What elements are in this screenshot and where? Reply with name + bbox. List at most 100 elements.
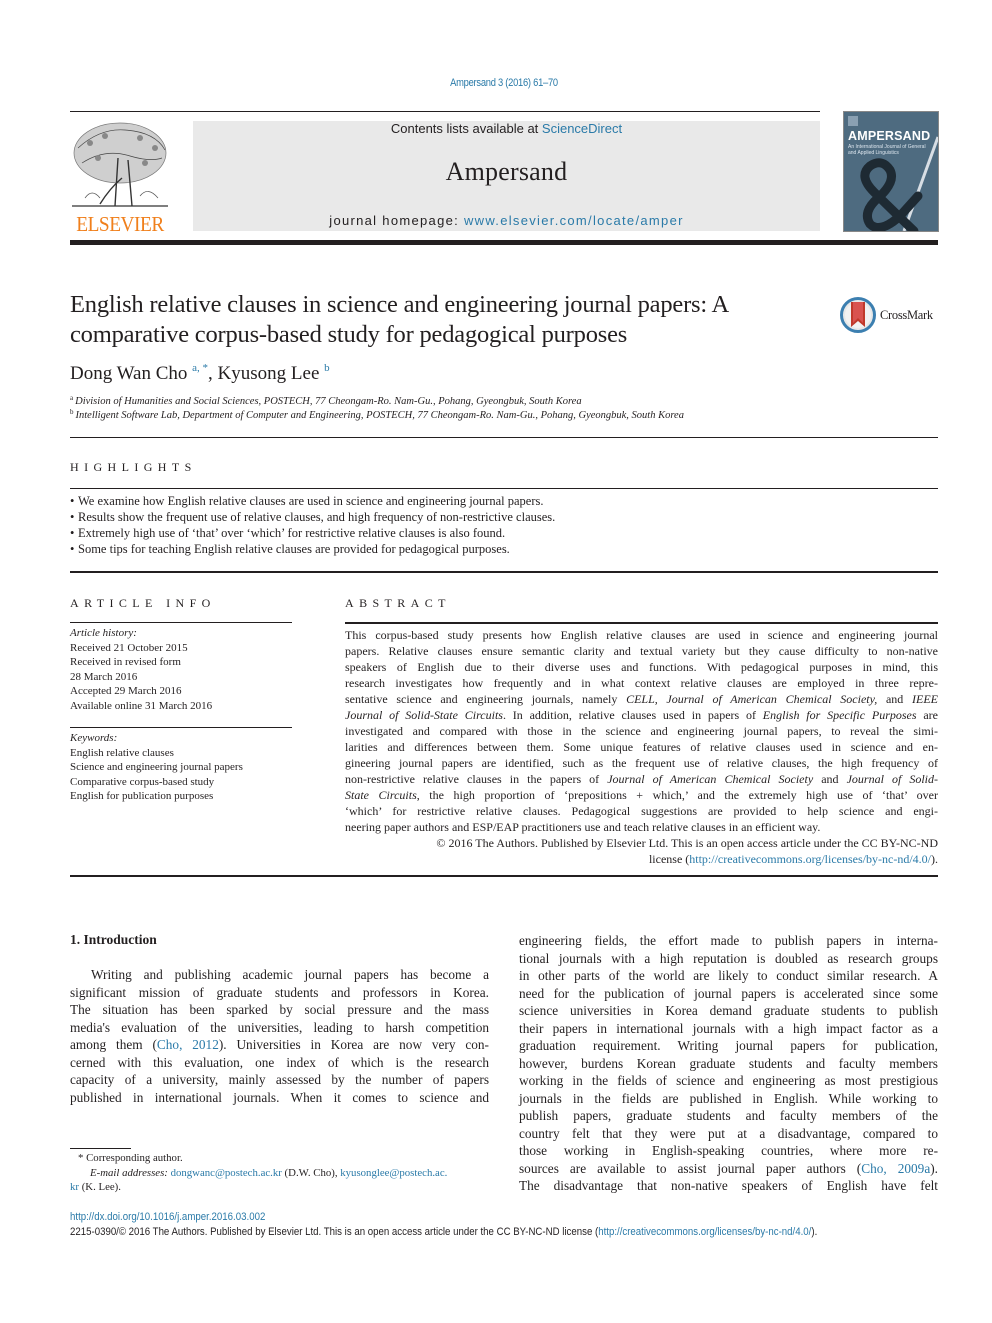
cover-publisher-logo	[848, 116, 858, 126]
body-line: among them (Cho, 2012). Universities in …	[70, 1036, 489, 1054]
journal-name: Ampersand	[445, 157, 568, 186]
journal-homepage-link[interactable]: www.elsevier.com/locate/amper	[464, 213, 684, 228]
homepage-prefix: journal homepage:	[329, 213, 464, 228]
author-separator: ,	[208, 363, 218, 384]
citation-link[interactable]: Cho, 2009a	[861, 1161, 930, 1176]
history-item: Received 21 October 2015	[70, 641, 188, 654]
affiliation-a: a Division of Humanities and Social Scien…	[70, 394, 930, 407]
text-run: media's evaluation of the universities, …	[70, 1019, 489, 1035]
history-item: 28 March 2016	[70, 670, 138, 683]
elsevier-tree-icon	[72, 122, 168, 207]
text-run: publish papers, graduate students and fa…	[519, 1108, 938, 1123]
text-run: in other parts of the world are likely t…	[519, 968, 938, 983]
doi-link[interactable]: http://dx.doi.org/10.1016/j.amper.2016.0…	[70, 1211, 265, 1223]
article-info-heading: ARTICLE INFO	[70, 596, 216, 610]
citation-link[interactable]: Cho, 2012	[157, 1037, 219, 1052]
body-line: those working in English-speaking countr…	[519, 1142, 938, 1160]
journal-cover-image[interactable]: AMPERSAND An International Journal of Ge…	[843, 111, 939, 232]
title-bottom-rule	[70, 437, 938, 438]
body-line: The disadvantage that non-native speaker…	[519, 1177, 938, 1195]
elsevier-wordmark: ELSEVIER	[76, 212, 164, 236]
text-run: Writing and publishing academic journal …	[91, 967, 489, 982]
journal-homepage-line: journal homepage: www.elsevier.com/locat…	[193, 213, 820, 228]
text-run: The disadvantage that non-native speaker…	[519, 1178, 938, 1193]
text-run: research investigates how frequently and…	[345, 676, 938, 690]
journal-reference-link[interactable]: Ampersand 3 (2016) 61–70	[76, 77, 933, 89]
text-run: science universities in Korea demand gra…	[519, 1003, 938, 1018]
body-line: sources are available to assist journal …	[519, 1160, 938, 1178]
contents-prefix: Contents lists available at	[390, 121, 542, 136]
header-thick-rule	[70, 240, 938, 245]
affiliation-text: Intelligent Software Lab, Department of …	[75, 410, 684, 421]
footer-license-link[interactable]: http://creativecommons.org/licenses/by-n…	[598, 1226, 811, 1238]
cover-title: AMPERSAND	[848, 129, 931, 143]
italic-text: Journal of Solid-State Circuits	[345, 708, 503, 722]
body-line: publish papers, graduate students and fa…	[519, 1107, 938, 1125]
text-run: non-restrictive relative clauses in the …	[345, 772, 608, 786]
abstract-bottom-rule	[70, 875, 938, 877]
body-line: published in international journals. Whe…	[70, 1089, 489, 1107]
author-affiliation-marks[interactable]: a, *	[192, 362, 208, 374]
text-run: and	[813, 772, 847, 786]
email-link-lee-continued[interactable]: kr	[70, 1181, 79, 1193]
footnote: * Corresponding author. E-mail addresses…	[70, 1151, 490, 1195]
license-prefix: license (	[648, 852, 690, 866]
italic-text: State Circuits	[345, 788, 417, 802]
text-run: working in the fields of science and eng…	[519, 1073, 938, 1088]
text-run: ). Universities in Korea are now very co…	[218, 1037, 489, 1052]
highlights-bottom-rule	[70, 571, 938, 573]
email-line-continued: kr (K. Lee).	[70, 1180, 490, 1195]
corresponding-author-note: * Corresponding author.	[78, 1152, 183, 1164]
footnote-rule	[70, 1148, 131, 1149]
affiliation-mark: a	[70, 394, 74, 402]
text-run: sentative science and engineering journa…	[345, 692, 627, 706]
text-run: however, burdens Korean graduate student…	[519, 1055, 938, 1071]
email-label: E-mail addresses:	[90, 1166, 168, 1179]
abstract-copyright: © 2016 The Authors. Published by Elsevie…	[436, 836, 938, 850]
abstract-heading: ABSTRACT	[345, 596, 451, 610]
text-run: journals in the fields are published in …	[519, 1090, 938, 1106]
text-run: are	[916, 708, 938, 722]
history-item: Received in revised form	[70, 656, 181, 668]
highlight-text: Extremely high use of ‘that’ over ‘which…	[78, 526, 506, 540]
body-line: country felt that they were put at a dis…	[519, 1125, 938, 1143]
author-list: Dong Wan Cho a, *, Kyusong Lee b	[70, 362, 330, 385]
article-history: Article history: Received 21 October 201…	[70, 626, 292, 713]
article-title: English relative clauses in science and …	[70, 291, 728, 348]
bullet-icon: •	[70, 494, 75, 508]
keywords: Keywords: English relative clauses Scien…	[70, 731, 300, 804]
author-affiliation-marks[interactable]: b	[324, 362, 330, 374]
bullet-icon: •	[70, 526, 75, 540]
article-history-label: Article history:	[70, 627, 137, 639]
highlight-text: Results show the frequent use of relativ…	[78, 510, 556, 524]
highlight-item: • Some tips for teaching English relative…	[70, 541, 555, 557]
keyword-item: Science and engineering journal papers	[70, 761, 243, 773]
author-name[interactable]: Kyusong Lee	[218, 363, 320, 384]
text-run: country felt that they were put at a dis…	[519, 1125, 938, 1141]
elsevier-logo[interactable]: ELSEVIER	[70, 118, 170, 236]
abstract-line: speakers of English due to their diverse…	[345, 659, 938, 675]
author-name[interactable]: Dong Wan Cho	[70, 363, 187, 384]
license-link[interactable]: http://creativecommons.org/licenses/by-n…	[689, 852, 931, 866]
highlight-text: We examine how English relative clauses …	[78, 494, 544, 508]
highlight-item: • Results show the frequent use of relati…	[70, 509, 555, 525]
highlights-list: • We examine how English relative clauses…	[70, 493, 555, 557]
keywords-label: Keywords:	[70, 732, 118, 744]
email-link-lee[interactable]: kyusonglee@postech.ac.	[340, 1167, 447, 1179]
email-link-cho[interactable]: dongwanc@postech.ac.kr	[171, 1167, 282, 1179]
abstract-line: research investigates how frequently and…	[345, 675, 938, 691]
body-line: capacity of a university, mainly assesse…	[70, 1071, 489, 1089]
email-owner: (K. Lee).	[79, 1181, 121, 1193]
crossmark-button[interactable]: CrossMark	[840, 297, 940, 335]
body-line: Writing and publishing academic journal …	[70, 966, 489, 984]
highlights-heading: HIGHLIGHTS	[70, 460, 197, 474]
highlight-text: Some tips for teaching English relative …	[78, 542, 510, 556]
cover-subtitle: An International Journal of General and …	[848, 144, 926, 156]
text-run: graduation requirement. Writing journal …	[519, 1038, 938, 1053]
body-line: tional journals with a high reputation i…	[519, 950, 938, 968]
sciencedirect-link[interactable]: ScienceDirect	[542, 121, 622, 136]
text-run: sources are available to assist journal …	[519, 1160, 862, 1176]
highlight-item: • We examine how English relative clauses…	[70, 493, 555, 509]
body-line: journals in the fields are published in …	[519, 1090, 938, 1108]
text-run: investigated and compared with those in …	[345, 724, 938, 738]
